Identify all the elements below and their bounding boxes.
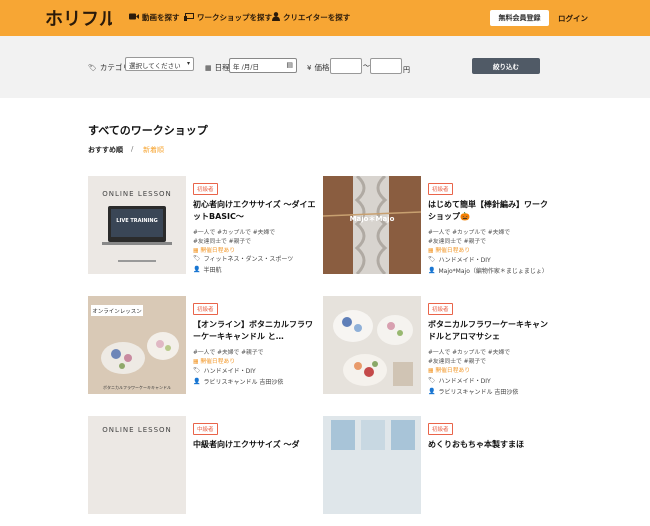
filter-bar: 🏷 カテゴリ 選択してください ▾ ▦ 日程 年 /月/日 ▤ ¥ 価格 〜 円… xyxy=(0,36,650,98)
tag-icon: 🏷 xyxy=(428,377,436,384)
workshop-tags: #一人で #カップルで #夫婦で #友達同士で #親子で xyxy=(428,230,511,245)
workshop-category: 🏷 ハンドメイド・DIY xyxy=(193,367,256,375)
person-icon: 👤 xyxy=(428,267,436,274)
calendar-small-icon: ▦ xyxy=(428,368,434,374)
level-badge: 初級者 xyxy=(193,183,218,195)
session-available: ▦ 開催日程あり xyxy=(428,368,471,374)
svg-text:ホリフル: ホリフル xyxy=(45,9,112,30)
nav-label: クリエイターを探す xyxy=(283,13,351,22)
level-badge: 初級者 xyxy=(428,183,453,195)
date-label: ▦ 日程 xyxy=(205,63,230,72)
workshop-thumbnail[interactable] xyxy=(323,296,421,394)
site-header: ホリフル 動画を探す ワークショップを探す クリエイターを探す 無料会員登録 ロ… xyxy=(0,0,650,36)
price-separator: 〜 xyxy=(363,62,370,70)
workshop-tags: #一人で #カップルで #夫婦で #友達同士で #親子で xyxy=(193,230,276,245)
workshop-title[interactable]: 中級者向けエクササイズ 〜ダ xyxy=(193,439,318,451)
workshop-info: 初級者 はじめて簡単【棒針編み】ワークショップ🎃 #一人で #カップルで #夫婦… xyxy=(428,176,553,256)
nav-label: 動画を探す xyxy=(142,13,180,22)
workshop-card[interactable]: ONLINE LESSON 中級者 中級者向けエクササイズ 〜ダ xyxy=(88,416,318,526)
filter-submit-button[interactable]: 絞り込む xyxy=(472,58,540,74)
calendar-picker-icon: ▤ xyxy=(286,61,293,69)
workshop-info: 初級者 初心者向けエクササイズ 〜ダイエットBASIC〜 #一人で #カップルで… xyxy=(193,176,318,256)
workshop-info: 初級者 ボタニカルフラワーケーキキャンドルとアロマサシェ #一人で #カップルで… xyxy=(428,296,553,376)
workshop-card[interactable]: 初級者 めくりおもちゃ本製すまほ xyxy=(323,416,553,526)
workshop-category: 🏷 ハンドメイド・DIY xyxy=(428,256,491,264)
svg-text:ONLINE LESSON: ONLINE LESSON xyxy=(102,426,172,434)
workshop-info: 初級者 めくりおもちゃ本製すまほ xyxy=(428,416,553,451)
nav-find-workshops[interactable]: ワークショップを探す xyxy=(184,12,272,23)
workshop-card[interactable]: Majo＊Majo 初級者 はじめて簡単【棒針編み】ワークショップ🎃 #一人で … xyxy=(323,176,553,286)
tag-icon: 🏷 xyxy=(428,256,436,263)
price-min-input[interactable] xyxy=(330,58,362,74)
workshop-title[interactable]: 【オンライン】ボタニカルフラワーケーキキャンドル と… xyxy=(193,319,318,343)
workshop-creator[interactable]: 👤 半田航 xyxy=(193,265,222,274)
nav-label: ワークショップを探す xyxy=(197,13,272,22)
person-icon: 👤 xyxy=(193,266,201,273)
workshop-category: 🏷 ハンドメイド・DIY xyxy=(428,377,491,385)
workshop-tags: #一人で #夫婦で #親子で xyxy=(193,350,264,356)
workshop-title[interactable]: はじめて簡単【棒針編み】ワークショップ🎃 xyxy=(428,199,553,223)
sort-recommended[interactable]: おすすめ順 xyxy=(88,145,123,155)
person-icon xyxy=(272,12,280,23)
price-unit: 円 xyxy=(403,66,410,74)
tag-icon: 🏷 xyxy=(193,367,201,374)
workshop-card[interactable]: ONLINE LESSON LIVE TRAINING 初級者 初心者向けエクサ… xyxy=(88,176,318,286)
workshop-tags: #一人で #カップルで #夫婦で #友達同士で #親子で xyxy=(428,350,511,365)
yen-icon: ¥ xyxy=(307,63,312,72)
workshop-info: 中級者 中級者向けエクササイズ 〜ダ xyxy=(193,416,318,451)
category-label: 🏷 カテゴリ xyxy=(88,63,130,72)
page-title: すべてのワークショップ xyxy=(88,124,208,137)
tag-icon: 🏷 xyxy=(88,63,97,72)
workshop-thumbnail[interactable]: ONLINE LESSON LIVE TRAINING xyxy=(88,176,186,274)
workshop-title[interactable]: めくりおもちゃ本製すまほ xyxy=(428,439,553,451)
workshop-creator[interactable]: 👤 ラビリスキャンドル 吉田沙依 xyxy=(428,387,518,396)
calendar-small-icon: ▦ xyxy=(193,359,199,365)
level-badge: 初級者 xyxy=(428,423,453,435)
login-link[interactable]: ログイン xyxy=(558,13,588,24)
level-badge: 初級者 xyxy=(193,303,218,315)
svg-text:オンラインレッスン: オンラインレッスン xyxy=(92,308,142,315)
workshop-thumbnail[interactable]: Majo＊Majo xyxy=(323,176,421,274)
sort-separator: / xyxy=(131,145,134,153)
video-camera-icon xyxy=(129,13,139,22)
workshop-thumbnail[interactable]: オンラインレッスン ボタニカルフラワーケーキキャンドル xyxy=(88,296,186,394)
site-logo[interactable]: ホリフル xyxy=(44,5,117,30)
svg-text:ONLINE LESSON: ONLINE LESSON xyxy=(102,190,172,198)
svg-text:LIVE TRAINING: LIVE TRAINING xyxy=(116,218,157,224)
calendar-icon: ▦ xyxy=(205,63,212,72)
workshop-title[interactable]: ボタニカルフラワーケーキキャンドルとアロマサシェ xyxy=(428,319,553,343)
workshop-info: 初級者 【オンライン】ボタニカルフラワーケーキキャンドル と… #一人で #夫婦… xyxy=(193,296,318,367)
register-button[interactable]: 無料会員登録 xyxy=(490,10,549,26)
workshop-creator[interactable]: 👤 Majo*Majo（編物作家＊まじょまじょ） xyxy=(428,266,548,275)
chalkboard-icon xyxy=(184,12,194,23)
price-max-input[interactable] xyxy=(370,58,402,74)
person-icon: 👤 xyxy=(428,388,436,395)
tag-icon: 🏷 xyxy=(193,255,201,262)
workshop-card[interactable]: オンラインレッスン ボタニカルフラワーケーキキャンドル 初級者 【オンライン】ボ… xyxy=(88,296,318,406)
price-label: ¥ 価格 xyxy=(307,63,330,72)
workshop-thumbnail[interactable] xyxy=(323,416,421,514)
workshop-thumbnail[interactable]: ONLINE LESSON xyxy=(88,416,186,514)
chevron-down-icon: ▾ xyxy=(186,60,190,67)
workshop-title[interactable]: 初心者向けエクササイズ 〜ダイエットBASIC〜 xyxy=(193,199,318,223)
nav-find-videos[interactable]: 動画を探す xyxy=(129,12,180,23)
svg-text:Majo＊Majo: Majo＊Majo xyxy=(350,215,395,223)
workshop-creator[interactable]: 👤 ラビリスキャンドル 吉田沙依 xyxy=(193,377,283,386)
calendar-small-icon: ▦ xyxy=(428,248,434,254)
category-select[interactable]: 選択してください ▾ xyxy=(125,57,194,71)
nav-find-creators[interactable]: クリエイターを探す xyxy=(272,12,350,23)
sort-newest[interactable]: 新着順 xyxy=(143,145,164,155)
level-badge: 中級者 xyxy=(193,423,218,435)
workshop-card[interactable]: 初級者 ボタニカルフラワーケーキキャンドルとアロマサシェ #一人で #カップルで… xyxy=(323,296,553,406)
date-input[interactable]: 年 /月/日 ▤ xyxy=(229,58,297,73)
svg-text:ボタニカルフラワーケーキキャンドル: ボタニカルフラワーケーキキャンドル xyxy=(103,384,171,390)
level-badge: 初級者 xyxy=(428,303,453,315)
workshop-category: 🏷 フィットネス・ダンス・スポーツ xyxy=(193,255,294,263)
person-icon: 👤 xyxy=(193,378,201,385)
